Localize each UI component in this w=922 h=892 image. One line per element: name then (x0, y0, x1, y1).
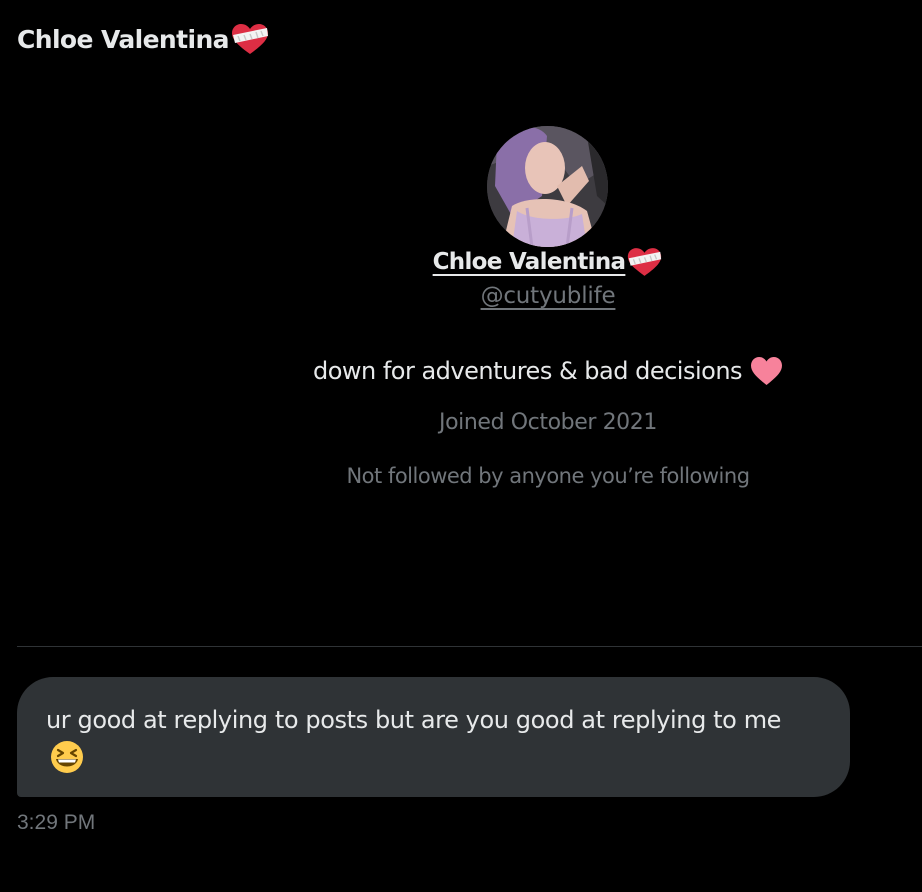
profile-name-text: Chloe Valentina (432, 249, 626, 275)
message-text: ur good at replying to posts but are you… (46, 706, 782, 734)
avatar[interactable] (487, 126, 608, 247)
profile-card: Chloe Valentina @cutyublife down for adv… (180, 120, 916, 510)
message-text-block: ur good at replying to posts but are you… (46, 701, 810, 777)
profile-name-link[interactable]: Chloe Valentina (423, 244, 673, 280)
mending-heart-icon (626, 247, 663, 277)
mending-heart-icon (230, 23, 270, 55)
profile-joined-date: Joined October 2021 (439, 410, 657, 435)
conversation-header: Chloe Valentina (0, 0, 922, 80)
avatar-image (487, 126, 608, 247)
profile-bio: down for adventures & bad decisions (240, 351, 856, 391)
divider (17, 646, 922, 647)
message-bubble[interactable]: ur good at replying to posts but are you… (17, 677, 850, 797)
profile-handle-link[interactable]: @cutyublife (448, 283, 648, 309)
pink-heart-icon (750, 356, 783, 386)
message-timestamp: 3:29 PM (17, 811, 96, 834)
header-title[interactable]: Chloe Valentina (17, 20, 270, 58)
profile-bio-text: down for adventures & bad decisions (312, 357, 743, 385)
header-title-text: Chloe Valentina (17, 24, 230, 54)
grinning-squinting-face-icon (50, 740, 84, 774)
profile-followers-you-know: Not followed by anyone you’re following (346, 464, 750, 488)
